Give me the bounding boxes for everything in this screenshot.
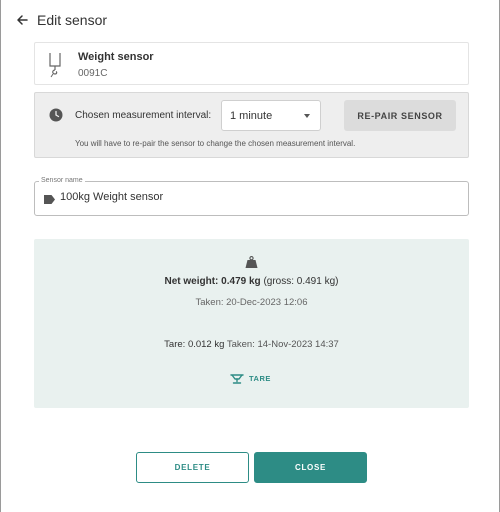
back-button[interactable] xyxy=(15,13,29,27)
sensor-id: 0091C xyxy=(78,68,108,79)
tare-button[interactable]: TARE xyxy=(230,371,271,385)
interval-select[interactable]: 1 minute xyxy=(221,100,321,131)
tag-icon xyxy=(44,195,55,204)
chevron-down-icon xyxy=(304,114,310,118)
net-weight-timestamp: Taken: 20-Dec-2023 12:06 xyxy=(195,297,308,308)
tare-button-label: TARE xyxy=(249,373,271,383)
page-title: Edit sensor xyxy=(37,12,108,28)
scale-tare-icon xyxy=(230,374,244,384)
interval-label: Chosen measurement interval: xyxy=(75,110,212,121)
interval-hint: You will have to re-pair the sensor to c… xyxy=(75,139,356,148)
gross-weight-text: (gross: 0.491 kg) xyxy=(263,276,339,287)
interval-selected-value: 1 minute xyxy=(230,109,273,122)
tare-value: 0.012 kg xyxy=(187,339,225,350)
net-weight-value: 0.479 kg xyxy=(221,276,261,287)
net-weight-label: Net weight: xyxy=(164,276,219,287)
edit-sensor-dialog: Edit sensor Weight sensor 0091C Chosen m… xyxy=(0,0,500,512)
interval-section: Chosen measurement interval: 1 minute RE… xyxy=(34,92,469,158)
header: Edit sensor xyxy=(15,10,107,30)
hanging-scale-icon xyxy=(49,53,61,78)
clock-icon xyxy=(49,108,63,122)
sensor-name-field-label: Sensor name xyxy=(39,177,85,184)
weight-icon xyxy=(245,256,258,268)
close-button[interactable]: CLOSE xyxy=(254,452,367,483)
tare-label: Tare: xyxy=(164,339,186,350)
tare-line: Tare: 0.012 kg Taken: 14-Nov-2023 14:37 xyxy=(34,339,469,350)
sensor-name: Weight sensor xyxy=(78,51,154,63)
tare-timestamp: Taken: 14-Nov-2023 14:37 xyxy=(226,339,339,350)
delete-button[interactable]: DELETE xyxy=(136,452,249,483)
weight-panel: Net weight: 0.479 kg (gross: 0.491 kg) T… xyxy=(34,239,469,408)
net-weight-line: Net weight: 0.479 kg (gross: 0.491 kg) xyxy=(34,276,469,287)
sensor-name-field[interactable]: Sensor name 100kg Weight sensor xyxy=(34,177,469,216)
re-pair-sensor-button[interactable]: RE-PAIR SENSOR xyxy=(344,100,456,131)
arrow-left-icon xyxy=(17,15,28,25)
sensor-name-input[interactable]: 100kg Weight sensor xyxy=(60,191,163,203)
sensor-card: Weight sensor 0091C xyxy=(34,42,469,85)
